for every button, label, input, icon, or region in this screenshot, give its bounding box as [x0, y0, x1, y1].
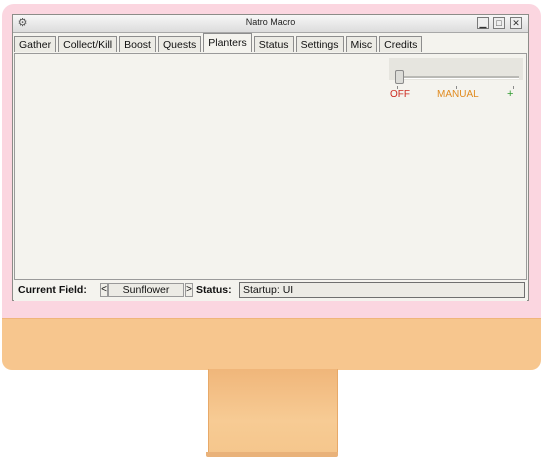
- close-button[interactable]: ✕: [510, 17, 522, 29]
- slider-label-off: OFF: [390, 89, 410, 100]
- slider-track[interactable]: [401, 76, 519, 79]
- monitor-chin: [2, 318, 541, 370]
- monitor-stand-base: [206, 452, 338, 457]
- prev-field-button[interactable]: <: [100, 283, 108, 297]
- planters-panel: [14, 53, 527, 279]
- status-value: Startup: UI: [239, 282, 525, 298]
- app-window: ⚙ Natro Macro ▁ □ ✕ Gather Collect/Kill …: [12, 14, 529, 301]
- current-field-label: Current Field:: [18, 284, 87, 296]
- tab-misc[interactable]: Misc: [345, 36, 378, 52]
- tab-quests[interactable]: Quests: [157, 36, 202, 52]
- tab-status[interactable]: Status: [253, 36, 294, 52]
- tab-collect-kill[interactable]: Collect/Kill: [58, 36, 118, 52]
- tab-gather[interactable]: Gather: [14, 36, 57, 52]
- monitor-stand: [208, 369, 338, 455]
- title-bar[interactable]: ⚙ Natro Macro ▁ □ ✕: [13, 15, 528, 33]
- slider-thumb[interactable]: [395, 70, 404, 84]
- minimize-button[interactable]: ▁: [477, 17, 489, 29]
- tab-bar: Gather Collect/Kill Boost Quests Planter…: [14, 33, 424, 54]
- status-bar: Current Field: < Sunflower > Status: Sta…: [14, 279, 527, 301]
- slider-label-plus: +: [507, 88, 514, 100]
- maximize-button[interactable]: □: [493, 17, 505, 29]
- tab-boost[interactable]: Boost: [119, 36, 156, 52]
- tab-planters[interactable]: Planters: [203, 33, 252, 52]
- tab-credits[interactable]: Credits: [379, 36, 423, 52]
- current-field-value: Sunflower: [108, 283, 184, 297]
- tab-settings[interactable]: Settings: [295, 36, 344, 52]
- window-title: Natro Macro: [245, 17, 296, 27]
- next-field-button[interactable]: >: [185, 283, 193, 297]
- status-label: Status:: [196, 284, 232, 296]
- slider-label-manual: MANUAL: [437, 89, 479, 100]
